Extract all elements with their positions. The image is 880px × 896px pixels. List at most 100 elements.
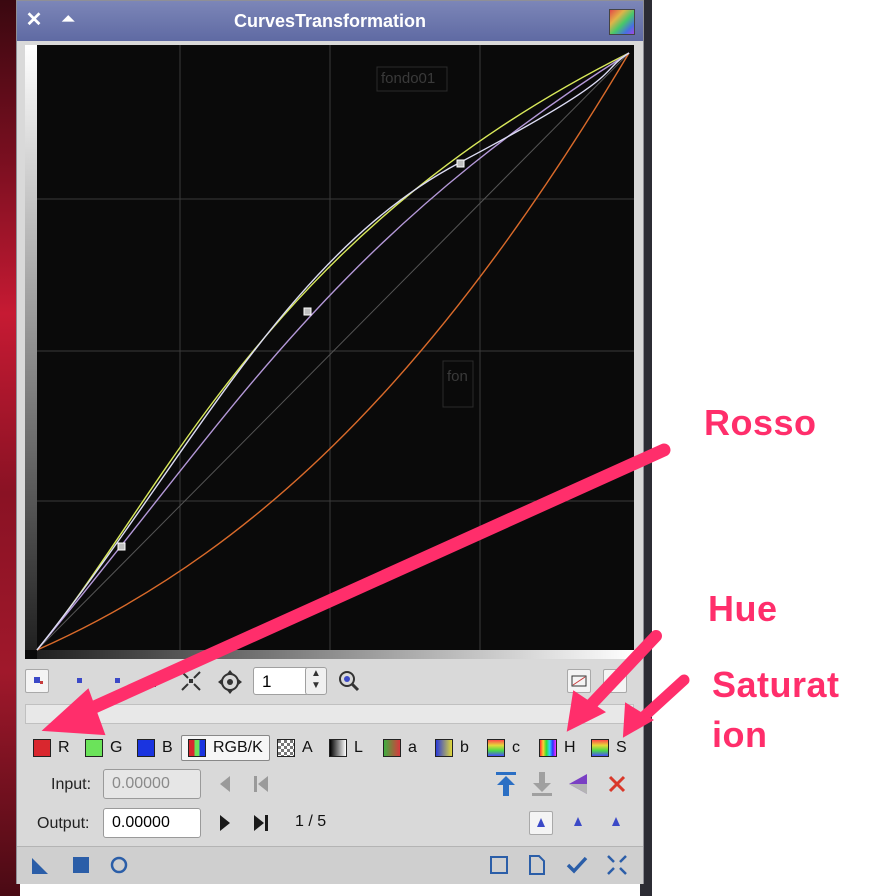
edit-instance-button[interactable] [525,853,549,877]
next-point-button[interactable] [213,811,237,835]
output-value-field[interactable]: 0.00000 [103,808,201,838]
first-point-button[interactable] [249,772,273,796]
select-point-icon [77,678,82,683]
apply-square-icon [73,857,89,873]
channel-label: c [512,739,520,756]
zoom-out-mode-button[interactable] [179,669,203,693]
reset-curve-button[interactable] [605,772,629,796]
channel-label: A [302,739,313,756]
restore-curve-button[interactable] [529,770,553,796]
annotation-saturation-line2: ion [712,714,768,755]
interpolation-linear-button[interactable] [605,811,629,835]
channel-g-button[interactable]: G [85,735,122,761]
channel-label: S [616,739,627,756]
magnifier-icon [339,671,360,692]
apply-button[interactable] [69,853,93,877]
rgb-swatch-icon [188,739,206,757]
curve-point[interactable] [303,307,312,316]
window-title: CurvesTransformation [233,11,427,31]
interpolation-akima-button[interactable] [529,811,553,835]
preview-square-icon [490,856,508,874]
document-icon [529,855,545,875]
zoom-fit-button[interactable] [337,669,361,693]
output-gradient-bar [25,45,37,650]
edit-point-icon [34,677,43,684]
blue-swatch-icon [137,739,155,757]
reset-button[interactable] [605,853,629,877]
input-value-field[interactable]: 0.00000 [103,769,201,799]
skip-last-icon [254,815,268,831]
input-label: Input: [51,776,92,793]
zoom-factor-input[interactable]: 1 [253,667,309,695]
saturation-swatch-icon [591,739,609,757]
annotation-saturation-line1: Saturat [712,664,840,705]
store-curve-button[interactable] [493,770,517,796]
channel-r-button[interactable]: R [33,735,70,761]
channel-l-button[interactable]: L [329,735,363,761]
channel-h-button[interactable]: H [539,735,576,761]
process-icon[interactable] [609,9,635,35]
channel-b-chroma-button[interactable]: b [435,735,469,761]
annotation-rosso: Rosso [704,402,817,443]
channel-rgbk-button[interactable]: RGB/K [181,735,270,761]
chroma-swatch-icon [487,739,505,757]
interpolation-icon [574,817,582,826]
arrow-up-bar-icon [496,772,516,796]
b-swatch-icon [435,739,453,757]
delete-point-icon [115,678,120,683]
interpolation-icon [537,818,545,827]
apply-global-button[interactable] [107,853,131,877]
curve-point[interactable] [117,542,126,551]
hue-swatch-icon [539,739,557,757]
title-bar[interactable]: ✕ ⏶ CurvesTransformation [17,1,643,41]
zoom-in-mode-button[interactable] [145,669,169,693]
execute-button[interactable] [565,853,589,877]
select-point-mode-button[interactable] [69,669,93,693]
channel-label: b [460,739,469,756]
curve-point[interactable] [456,159,465,168]
channel-label: H [564,739,576,756]
zoom-mode-icon [154,673,156,687]
triangle-left-icon [220,776,230,792]
graph-options-button[interactable] [603,669,627,693]
screenshot-stage: ✕ ⏶ CurvesTransformation fondo01 fon 1 ▲… [0,0,880,896]
lightness-swatch-icon [329,739,347,757]
green-swatch-icon [85,739,103,757]
channel-s-button[interactable]: S [591,735,627,761]
last-point-button[interactable] [249,811,273,835]
channel-b-button[interactable]: B [137,735,173,761]
curve-graph-canvas[interactable]: fondo01 fon [25,45,634,659]
background-window-label: fondo01 [381,70,435,87]
pan-mode-button[interactable] [217,669,242,694]
red-x-icon [608,775,626,793]
new-instance-button[interactable] [29,853,53,877]
real-time-preview-button[interactable] [487,853,511,877]
input-gradient-bar [37,650,634,659]
channel-label: L [354,739,363,756]
point-counter: 1 / 5 [295,813,327,830]
annotation-hue: Hue [708,588,778,629]
show-histogram-button[interactable] [567,669,591,693]
channel-label: G [110,739,123,756]
interpolation-cubic-button[interactable] [567,811,591,835]
channel-a-button[interactable]: A [277,735,313,761]
graph-scrollbar[interactable] [25,704,634,724]
channel-a-chroma-button[interactable]: a [383,735,417,761]
delete-point-mode-button[interactable] [107,669,131,693]
channel-label: RGB/K [213,739,263,756]
a-swatch-icon [383,739,401,757]
background-window-label-2: fon [447,368,468,385]
edit-point-mode-button[interactable] [25,669,49,693]
reverse-curve-button[interactable] [565,770,589,794]
zoom-out-arrows-icon [181,671,201,691]
zoom-spin-buttons[interactable]: ▲ ▼ [305,667,327,695]
red-swatch-icon [33,739,51,757]
histogram-icon [571,675,587,687]
curve-graph[interactable]: fondo01 fon [25,45,634,659]
process-bottom-bar [17,846,643,884]
previous-point-button[interactable] [213,772,237,796]
triangle-right-icon [220,815,230,831]
channel-label: B [162,739,173,756]
channel-c-button[interactable]: c [487,735,520,761]
arrow-down-bar-icon [532,772,552,796]
